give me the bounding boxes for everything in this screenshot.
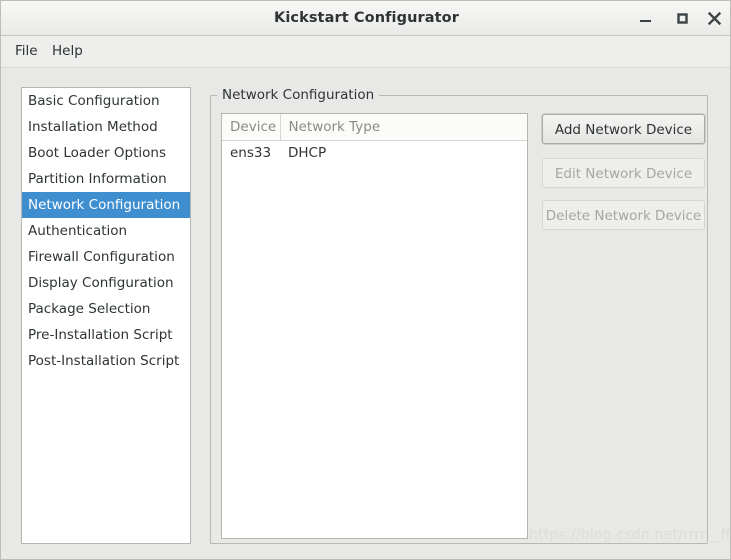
table-header: Device Network Type — [222, 114, 527, 141]
groupbox-title: Network Configuration — [217, 87, 380, 104]
sidebar-item-label: Installation Method — [28, 119, 158, 135]
sidebar-item-installation-method[interactable]: Installation Method — [22, 114, 190, 140]
sidebar-item-label: Pre-Installation Script — [28, 327, 173, 343]
sidebar-item-label: Package Selection — [28, 301, 151, 317]
sidebar-item-label: Boot Loader Options — [28, 145, 166, 161]
cell-device: ens33 — [230, 145, 272, 162]
title-bar: Kickstart Configurator — [1, 1, 730, 36]
table-header-row: Device Network Type — [222, 114, 527, 141]
sidebar-navigation-list[interactable]: Basic Configuration Installation Method Bo… — [21, 87, 191, 544]
sidebar-item-label: Authentication — [28, 223, 128, 239]
application-window: Kickstart Configurator File Help Basic C… — [0, 0, 731, 560]
sidebar-item-label: Network Configuration — [28, 197, 181, 213]
minimize-icon — [640, 20, 651, 22]
sidebar-item-display-configuration[interactable]: Display Configuration — [22, 270, 190, 296]
close-button[interactable] — [704, 8, 725, 29]
sidebar-item-label: Basic Configuration — [28, 93, 160, 109]
sidebar-item-post-installation-script[interactable]: Post-Installation Script — [22, 348, 190, 374]
column-header-device[interactable]: Device — [222, 114, 281, 141]
edit-network-device-button: Edit Network Device — [542, 158, 705, 188]
sidebar-item-authentication[interactable]: Authentication — [22, 218, 190, 244]
sidebar-item-label: Partition Information — [28, 171, 167, 187]
sidebar-item-network-configuration[interactable]: Network Configuration — [22, 192, 190, 218]
close-icon — [707, 11, 722, 26]
network-device-table: Device Network Type ens33 DHCP — [222, 114, 527, 166]
sidebar-item-label: Firewall Configuration — [28, 249, 175, 265]
table-body: ens33 DHCP — [222, 140, 527, 166]
network-device-table-container[interactable]: Device Network Type ens33 DHCP — [221, 113, 528, 539]
maximize-button[interactable] — [672, 8, 693, 29]
sidebar-item-package-selection[interactable]: Package Selection — [22, 296, 190, 322]
sidebar-item-partition-information[interactable]: Partition Information — [22, 166, 190, 192]
maximize-icon — [677, 13, 688, 24]
column-header-network-type[interactable]: Network Type — [280, 114, 527, 141]
sidebar-item-label: Post-Installation Script — [28, 353, 180, 369]
minimize-button[interactable] — [635, 8, 656, 29]
sidebar-item-basic-configuration[interactable]: Basic Configuration — [22, 88, 190, 114]
sidebar-item-firewall-configuration[interactable]: Firewall Configuration — [22, 244, 190, 270]
cell-network-type: DHCP — [288, 145, 327, 162]
menu-item-help[interactable]: Help — [44, 36, 91, 67]
add-network-device-button[interactable]: Add Network Device — [542, 114, 705, 144]
menu-bar: File Help — [1, 36, 730, 68]
sidebar-item-pre-installation-script[interactable]: Pre-Installation Script — [22, 322, 190, 348]
delete-network-device-button: Delete Network Device — [542, 200, 705, 230]
table-row[interactable]: ens33 DHCP — [222, 140, 527, 166]
menu-item-file[interactable]: File — [7, 36, 46, 67]
sidebar-item-boot-loader-options[interactable]: Boot Loader Options — [22, 140, 190, 166]
sidebar-item-label: Display Configuration — [28, 275, 174, 291]
window-title: Kickstart Configurator — [273, 10, 459, 26]
